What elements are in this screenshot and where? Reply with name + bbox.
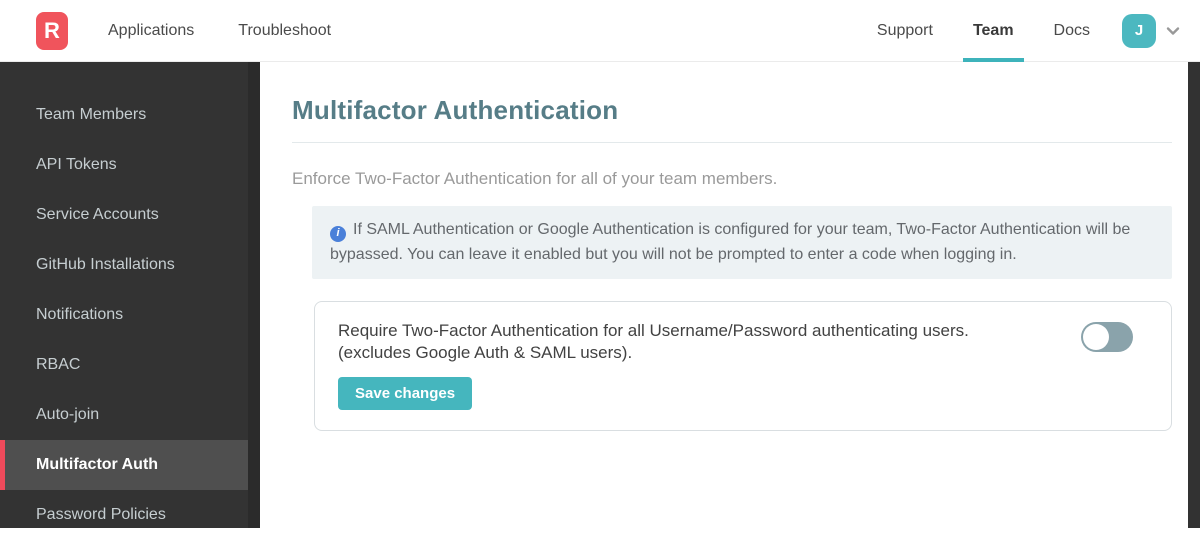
page-scrollbar[interactable] [1188, 62, 1200, 528]
two-factor-setting-card: Require Two-Factor Authentication for al… [314, 301, 1172, 431]
sidebar-item-rbac[interactable]: RBAC [0, 340, 248, 390]
save-changes-button[interactable]: Save changes [338, 377, 472, 410]
page-description: Enforce Two-Factor Authentication for al… [292, 169, 1172, 189]
nav-left-group: Applications Troubleshoot [108, 22, 331, 40]
info-note-text: If SAML Authentication or Google Authent… [330, 221, 1130, 263]
sidebar-item-team-members[interactable]: Team Members [0, 90, 248, 140]
nav-item-troubleshoot[interactable]: Troubleshoot [238, 22, 331, 40]
nav-item-team[interactable]: Team [963, 0, 1024, 62]
sidebar-scrollbar[interactable] [248, 62, 260, 528]
user-avatar[interactable]: J [1122, 14, 1156, 48]
sidebar-item-api-tokens[interactable]: API Tokens [0, 140, 248, 190]
chevron-down-icon[interactable] [1164, 22, 1182, 40]
nav-item-docs[interactable]: Docs [1044, 0, 1100, 62]
sidebar-item-multifactor-auth[interactable]: Multifactor Auth [0, 440, 248, 490]
title-divider [292, 142, 1172, 143]
nav-item-applications[interactable]: Applications [108, 22, 194, 40]
nav-item-support[interactable]: Support [867, 0, 943, 62]
sidebar-item-auto-join[interactable]: Auto-join [0, 390, 248, 440]
toggle-knob [1083, 324, 1109, 350]
setting-label-line2: (excludes Google Auth & SAML users). [338, 342, 1031, 364]
top-navbar: R Applications Troubleshoot Support Team… [0, 0, 1200, 62]
setting-label-line1: Require Two-Factor Authentication for al… [338, 320, 1031, 342]
sidebar-item-password-policies[interactable]: Password Policies [0, 490, 248, 540]
sidebar-item-github-installations[interactable]: GitHub Installations [0, 240, 248, 290]
settings-sidebar: Team Members API Tokens Service Accounts… [0, 62, 260, 528]
two-factor-toggle[interactable] [1081, 322, 1133, 352]
rollbar-r-logo-icon[interactable]: R [36, 12, 68, 50]
saml-info-note: iIf SAML Authentication or Google Authen… [312, 206, 1172, 279]
info-circle-icon: i [330, 226, 346, 242]
nav-right-group: Support Team Docs [867, 0, 1100, 62]
sidebar-item-service-accounts[interactable]: Service Accounts [0, 190, 248, 240]
page-title: Multifactor Authentication [292, 95, 1172, 126]
main-content: Multifactor Authentication Enforce Two-F… [260, 62, 1188, 528]
sidebar-item-notifications[interactable]: Notifications [0, 290, 248, 340]
